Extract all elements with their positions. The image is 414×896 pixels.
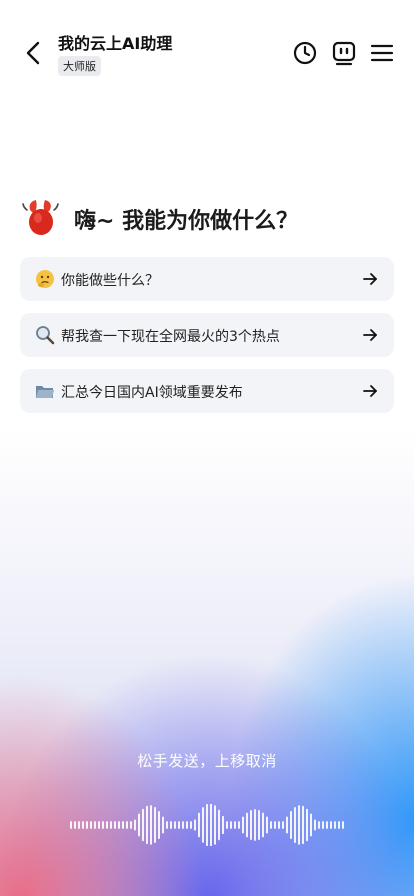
suggestion-card[interactable]: 你能做些什么？ [20,257,394,301]
suggestion-label: 帮我查一下现在全网最火的3个热点 [61,329,280,345]
release-to-send-hint: 松手发送，上移取消 [137,752,277,770]
arrow-right-icon [363,385,377,397]
history-clock-icon[interactable] [292,40,318,66]
back-arrow-icon[interactable] [20,38,48,68]
magnifier-icon [36,326,55,345]
suggestion-card[interactable]: 帮我查一下现在全网最火的3个热点 [20,313,394,357]
arrow-right-icon [363,273,377,285]
lobster-claw-icon [22,200,59,235]
page-title: 我的云上AI助理 [58,34,173,53]
suggestion-label: 你能做些什么？ [61,273,159,289]
thinking-face-icon [36,270,54,288]
suggestion-label: 汇总今日国内AI领域重要发布 [61,385,243,401]
plan-badge: 大师版 [58,56,101,76]
folder-icon [36,386,54,398]
robot-icon[interactable] [331,40,357,66]
greeting-text: 嗨~ 我能为你做什么？ [74,209,299,234]
menu-icon[interactable] [369,40,395,66]
suggestion-card[interactable]: 汇总今日国内AI领域重要发布 [20,369,394,413]
waveform-icon[interactable] [70,804,344,846]
arrow-right-icon [363,329,377,341]
top-bar: 我的云上AI助理 大师版 [0,0,414,100]
